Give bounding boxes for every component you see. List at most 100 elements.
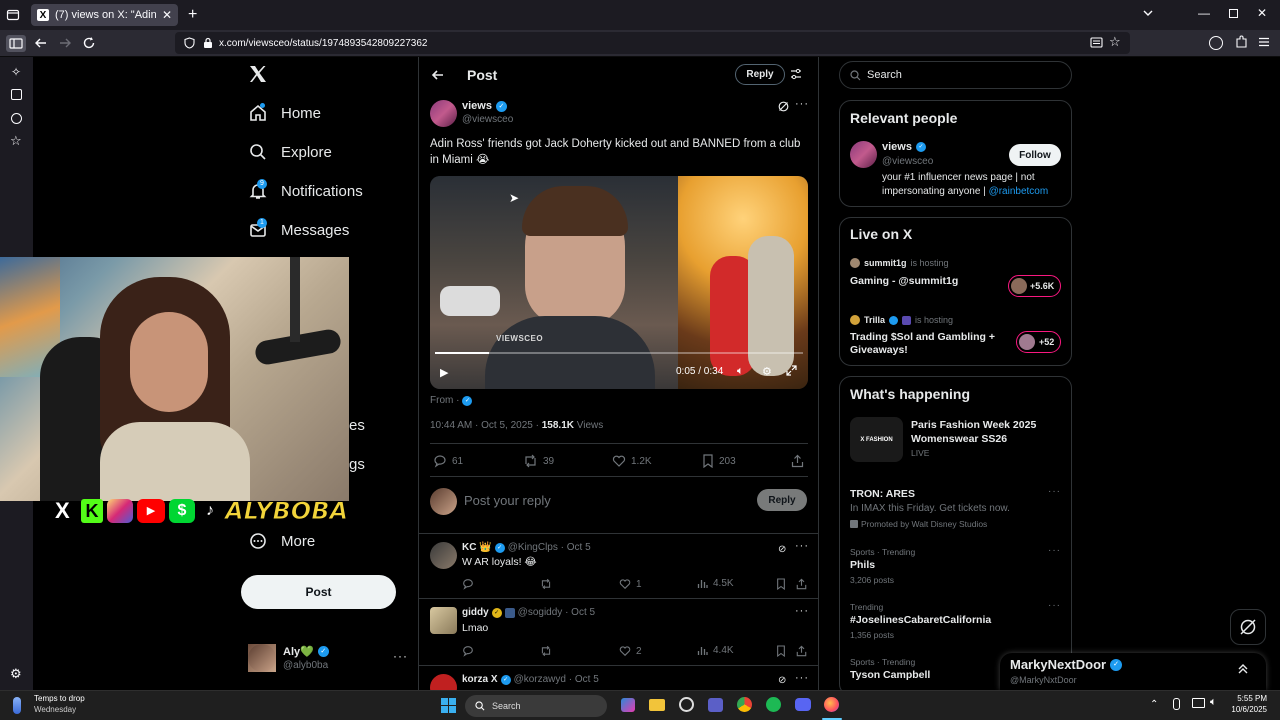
reply-more-icon[interactable]: ··· <box>795 540 809 552</box>
reply-avatar[interactable] <box>430 674 457 690</box>
clock-time[interactable]: 5:55 PM <box>1230 694 1267 703</box>
chatgpt-icon[interactable] <box>679 697 694 712</box>
reload-icon[interactable] <box>82 36 96 50</box>
post-author-avatar[interactable] <box>430 100 457 127</box>
history-icon[interactable] <box>11 113 22 124</box>
share-icon[interactable] <box>791 454 804 468</box>
repost-action[interactable]: 39 <box>523 454 554 468</box>
back-arrow-icon[interactable] <box>431 68 445 82</box>
weather-title[interactable]: Temps to drop <box>34 694 85 703</box>
teams-icon[interactable] <box>708 698 723 712</box>
copilot-icon[interactable] <box>621 698 635 712</box>
reader-view-icon[interactable] <box>1090 36 1103 49</box>
reply-more-icon[interactable]: ··· <box>795 672 809 684</box>
reply-input[interactable]: Post your reply <box>464 493 551 508</box>
spotify-icon[interactable] <box>766 697 781 712</box>
display-icon[interactable] <box>1192 698 1205 708</box>
reply-avatar[interactable] <box>430 542 457 569</box>
new-tab-icon[interactable]: + <box>188 6 197 24</box>
trend-more-icon[interactable]: ··· <box>1048 545 1061 556</box>
nav-home[interactable]: Home <box>249 103 321 122</box>
account-name-row[interactable]: Aly💚 ✓ <box>283 645 329 658</box>
bookmark-icon[interactable] <box>776 578 786 590</box>
post-author-name-row[interactable]: views ✓ <box>462 100 507 112</box>
tab-list-icon[interactable] <box>6 8 20 22</box>
video-source-row[interactable]: From · ✓ <box>430 395 473 406</box>
reply-reply-action[interactable] <box>462 645 479 657</box>
back-icon[interactable] <box>34 36 48 50</box>
post-button[interactable]: Post <box>241 575 396 609</box>
account-icon[interactable] <box>1209 36 1223 50</box>
settings-gear-icon[interactable]: ⚙ <box>762 365 772 378</box>
filter-sliders-icon[interactable] <box>790 68 802 80</box>
reply-author-name[interactable]: KC 👑 <box>462 542 492 553</box>
chrome-icon[interactable] <box>737 697 752 712</box>
firefox-icon[interactable] <box>824 697 839 712</box>
menu-icon[interactable] <box>1258 36 1270 48</box>
customize-sidebar-gear-icon[interactable]: ⚙ <box>10 666 22 682</box>
share-icon[interactable] <box>796 578 807 590</box>
browser-tab[interactable]: X (7) views on X: "Adin Ross' frien ✕ <box>31 4 178 26</box>
nav-more[interactable]: More <box>249 532 315 550</box>
reply-item[interactable]: giddy ✓ @sogiddy · Oct 5 Lmao ··· 2 4.4K <box>419 599 818 665</box>
speaker-icon[interactable]: 🔈︎ <box>1210 696 1217 709</box>
account-menu-icon[interactable]: ··· <box>393 649 408 663</box>
maximize-icon[interactable] <box>1229 9 1238 18</box>
grok-icon[interactable]: ⊘ <box>778 544 786 555</box>
post-more-icon[interactable]: ··· <box>795 98 809 110</box>
header-reply-button[interactable]: Reply <box>735 64 785 85</box>
ai-sparkle-icon[interactable]: ✧ <box>11 65 21 79</box>
play-icon[interactable]: ▶ <box>440 366 448 379</box>
grok-icon[interactable] <box>778 101 789 112</box>
microphone-icon[interactable] <box>1173 698 1180 710</box>
sidebar-toggle-icon[interactable] <box>6 35 26 52</box>
list-all-tabs-icon[interactable] <box>1142 7 1154 19</box>
bookmark-action[interactable]: 203 <box>702 454 736 468</box>
reply-like-action[interactable]: 1 <box>619 578 642 590</box>
reply-views-action[interactable]: 4.4K <box>697 645 734 656</box>
reply-like-action[interactable]: 2 <box>619 645 642 657</box>
bookmarks-icon[interactable]: ☆ <box>10 133 22 149</box>
live-listeners-pill[interactable]: +52 <box>1016 331 1061 353</box>
forward-icon[interactable] <box>58 36 72 50</box>
trend-more-icon[interactable]: ··· <box>1048 600 1061 611</box>
reply-repost-action[interactable] <box>540 578 557 590</box>
post-timestamp[interactable]: 10:44 AM · Oct 5, 2025 · <box>430 420 542 431</box>
nav-messages[interactable]: Messages 1 <box>249 218 349 239</box>
nav-notifications[interactable]: Notifications 9 <box>249 179 363 200</box>
reply-more-icon[interactable]: ··· <box>795 605 809 617</box>
promo-title[interactable]: TRON: ARES <box>850 488 915 500</box>
live-host-row[interactable]: Trilla is hosting <box>850 315 953 325</box>
expand-drawer-icon[interactable] <box>1237 663 1249 675</box>
nav-explore[interactable]: Explore <box>249 143 332 161</box>
bookmark-icon[interactable] <box>776 645 786 657</box>
lock-icon[interactable] <box>203 37 213 49</box>
relevant-bio-link[interactable]: @rainbetcom <box>989 186 1049 197</box>
close-window-icon[interactable]: ✕ <box>1257 6 1267 20</box>
share-icon[interactable] <box>796 645 807 657</box>
reply-action[interactable]: 61 <box>433 454 463 468</box>
tray-overflow-icon[interactable]: ⌃ <box>1150 699 1158 710</box>
discord-icon[interactable] <box>795 698 811 711</box>
messages-drawer[interactable]: MarkyNextDoor ✓ @MarkyNxtDoor <box>1000 653 1266 690</box>
close-tab-icon[interactable]: ✕ <box>162 8 172 22</box>
video-progress-track[interactable] <box>435 352 803 354</box>
reply-item[interactable]: korza X ✓ @korzawyd · Oct 5 ⊘ ··· <box>419 666 818 690</box>
x-logo-icon[interactable] <box>249 65 267 83</box>
trend-item[interactable]: Trending #JoselinesCabaretCalifornia 1,3… <box>840 598 1071 648</box>
live-space-title[interactable]: Trading $Sol and Gambling + Giveaways! <box>850 331 1000 357</box>
follow-button[interactable]: Follow <box>1009 144 1061 166</box>
extensions-icon[interactable] <box>1235 35 1248 49</box>
event-title[interactable]: Paris Fashion Week 2025 Womenswear SS26 <box>911 419 1061 446</box>
promo-more-icon[interactable]: ··· <box>1048 486 1061 497</box>
reply-item[interactable]: KC 👑 ✓ @KingClps · Oct 5 W AR loyals! 😂 … <box>419 534 818 598</box>
reply-submit-button[interactable]: Reply <box>757 489 807 511</box>
live-space-title[interactable]: Gaming - @summit1g <box>850 275 958 287</box>
fullscreen-icon[interactable] <box>786 365 797 376</box>
reply-views-action[interactable]: 4.5K <box>697 578 734 589</box>
live-listeners-pill[interactable]: +5.6K <box>1008 275 1061 297</box>
reply-reply-action[interactable] <box>462 578 479 590</box>
grok-floating-button[interactable] <box>1230 609 1266 645</box>
file-explorer-icon[interactable] <box>649 699 665 711</box>
event-thumbnail[interactable]: X FASHION <box>850 417 903 462</box>
